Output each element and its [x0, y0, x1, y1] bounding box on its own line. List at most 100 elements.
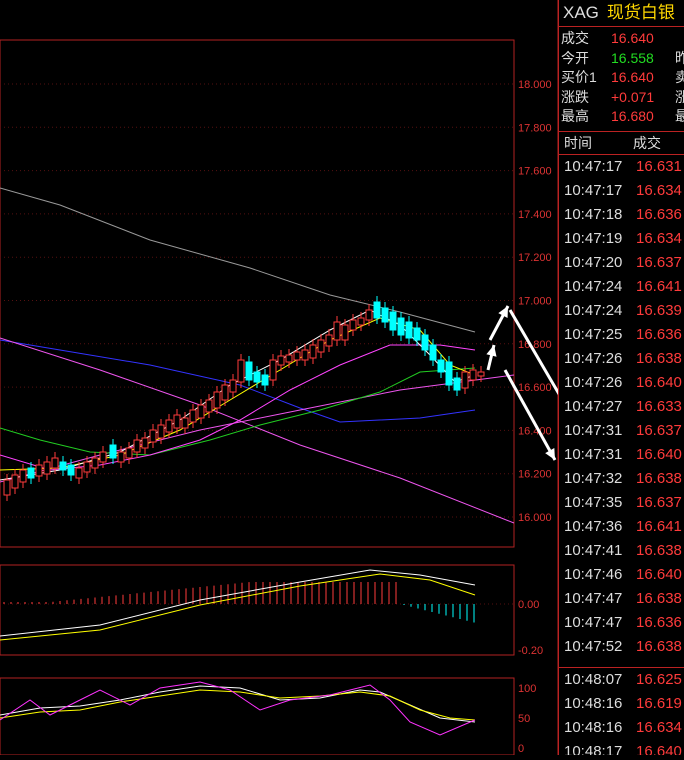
kdj-axis-tick: 50 — [518, 713, 530, 725]
tick-row[interactable]: 10:47:31 16.637 — [559, 419, 684, 443]
tick-time: 10:47:32 — [564, 469, 623, 487]
candle-up — [341, 324, 349, 341]
tick-row[interactable]: 10:47:26 16.638 — [559, 347, 684, 371]
tick-row[interactable]: 10:48:17 16.640 — [559, 740, 684, 756]
quote-label: 最高 — [561, 108, 589, 124]
y-axis-tick: 18.000 — [518, 79, 552, 91]
tick-price: 16.634 — [636, 718, 682, 736]
tick-row[interactable]: 10:47:17 16.631 — [559, 155, 684, 179]
y-axis-tick: 17.600 — [518, 166, 552, 178]
tick-row[interactable]: 10:47:20 16.637 — [559, 251, 684, 275]
tick-time: 10:47:17 — [564, 157, 623, 175]
tick-row[interactable]: 10:47:27 16.633 — [559, 395, 684, 419]
tick-row[interactable]: 10:47:31 16.640 — [559, 443, 684, 467]
quote-label: 今开 — [561, 49, 589, 66]
candle-up — [149, 429, 157, 443]
ticks-list[interactable]: 10:47:17 16.631 10:47:17 16.634 10:47:18 16.6… — [559, 155, 684, 659]
tick-price: 16.640 — [636, 373, 682, 391]
candle-down — [445, 361, 453, 386]
tick-price: 16.639 — [636, 301, 682, 319]
candle-up — [3, 479, 11, 496]
symbol-name: 现货白银 — [606, 3, 675, 22]
candle-up — [349, 319, 357, 331]
tick-price: 16.638 — [636, 469, 682, 487]
y-axis-tick: 16.200 — [518, 469, 552, 481]
tick-price: 16.625 — [636, 670, 682, 688]
candle-up — [229, 379, 237, 393]
tick-row[interactable]: 10:48:07 16.625 — [559, 668, 684, 692]
tick-row[interactable]: 10:47:32 16.638 — [559, 467, 684, 491]
candle-down — [245, 361, 253, 381]
quote-value: 16.640 — [611, 69, 654, 85]
tick-time: 10:47:35 — [564, 493, 623, 511]
tick-row[interactable]: 10:47:36 16.641 — [559, 515, 684, 539]
tick-price: 16.641 — [636, 277, 682, 295]
y-axis-tick: 17.000 — [518, 296, 552, 308]
tick-row[interactable]: 10:47:25 16.636 — [559, 323, 684, 347]
candle-up — [325, 334, 333, 347]
candle-up — [197, 404, 205, 419]
tick-price: 16.637 — [636, 421, 682, 439]
tick-time: 10:47:47 — [564, 613, 623, 631]
tick-row[interactable]: 10:47:17 16.634 — [559, 179, 684, 203]
tick-row[interactable]: 10:47:41 16.638 — [559, 539, 684, 563]
y-axis-tick: 16.400 — [518, 425, 552, 437]
tick-time: 10:47:17 — [564, 181, 623, 199]
candle-up — [333, 321, 341, 341]
symbol-code: XAG — [563, 3, 599, 22]
candle-down — [405, 321, 413, 339]
tick-price: 16.636 — [636, 613, 682, 631]
tick-time: 10:47:47 — [564, 589, 623, 607]
tick-time: 10:47:24 — [564, 301, 623, 319]
candle-up — [293, 351, 301, 361]
quote-value: +0.071 — [611, 88, 655, 105]
tick-row[interactable]: 10:47:47 16.636 — [559, 611, 684, 635]
candle-up — [125, 447, 133, 459]
macd-dif-line — [0, 569, 476, 637]
tick-row[interactable]: 10:47:47 16.638 — [559, 587, 684, 611]
tick-row[interactable]: 10:47:18 16.636 — [559, 203, 684, 227]
tick-price: 16.638 — [636, 589, 682, 607]
candle-up — [35, 464, 43, 477]
tick-time: 10:47:36 — [564, 517, 623, 535]
kline-chart[interactable]: 18.000 17.800 17.600 17.400 17.200 17.000 16.8… — [0, 0, 657, 756]
quote-row: 今开 16.558 昨 — [559, 49, 684, 69]
tick-price: 16.641 — [636, 517, 682, 535]
candle-up — [43, 461, 51, 475]
tick-price: 16.634 — [636, 229, 682, 247]
tick-time: 10:47:26 — [564, 373, 623, 391]
candle-up — [157, 424, 165, 439]
candle-up — [117, 451, 125, 463]
tick-price: 16.640 — [636, 445, 682, 463]
tick-row[interactable]: 10:47:46 16.640 — [559, 563, 684, 587]
tick-time: 10:47:18 — [564, 205, 623, 223]
tick-row[interactable]: 10:47:24 16.641 — [559, 275, 684, 299]
tick-row[interactable]: 10:48:16 16.634 — [559, 716, 684, 740]
candle-down — [253, 371, 261, 383]
tick-row[interactable]: 10:47:35 16.637 — [559, 491, 684, 515]
candle-up — [141, 437, 149, 449]
tick-row[interactable]: 10:47:19 16.634 — [559, 227, 684, 251]
tick-row[interactable]: 10:47:24 16.639 — [559, 299, 684, 323]
tick-row[interactable]: 10:48:16 16.619 — [559, 692, 684, 716]
quote-panel: XAG 现货白银 成交 16.640 今开 16.558 昨买价1 16.640 卖涨跌 +0.… — [558, 0, 684, 755]
tick-price: 16.637 — [636, 493, 682, 511]
candle-up — [189, 409, 197, 423]
y-axis-tick: 16.800 — [518, 339, 552, 351]
kdj-axis-tick: 100 — [518, 683, 536, 695]
y-axis-tick: 17.800 — [518, 122, 552, 134]
candle-up — [75, 467, 83, 479]
candle-up — [133, 439, 141, 453]
tick-price: 16.638 — [636, 637, 682, 655]
tick-time: 10:47:26 — [564, 349, 623, 367]
symbol-header: XAG 现货白银 — [559, 0, 684, 27]
ticks-list-latest[interactable]: 10:48:07 16.625 10:48:16 16.619 10:48:16 16.6… — [559, 668, 684, 756]
y-axis-tick: 16.000 — [518, 512, 552, 524]
candle-down — [373, 301, 381, 319]
quote-label-2: 卖 — [675, 68, 684, 88]
quote-value: 16.680 — [611, 108, 654, 124]
tick-row[interactable]: 10:47:26 16.640 — [559, 371, 684, 395]
quote-row: 买价1 16.640 卖 — [559, 68, 684, 88]
candle-up — [213, 391, 221, 409]
tick-row[interactable]: 10:47:52 16.638 — [559, 635, 684, 659]
